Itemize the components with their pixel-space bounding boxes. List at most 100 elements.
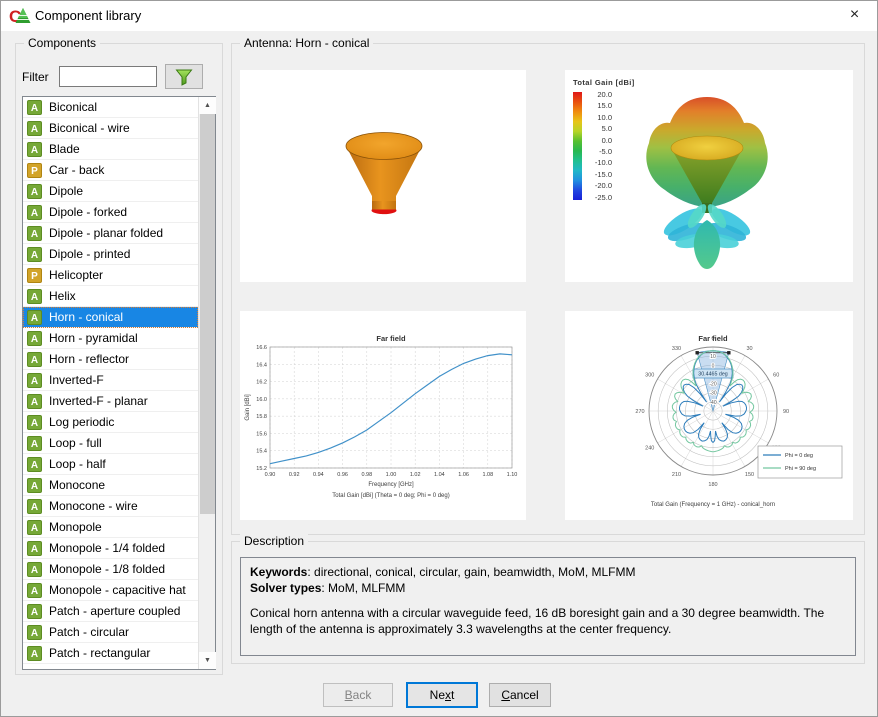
antenna-icon: A <box>27 583 42 598</box>
list-item-label: Monopole - 1/4 folded <box>49 541 165 555</box>
cancel-button[interactable]: Cancel <box>489 683 551 707</box>
next-button[interactable]: Next <box>406 682 478 708</box>
antenna-icon: A <box>27 394 42 409</box>
antenna-icon: A <box>27 415 42 430</box>
chart-text: 90 <box>783 409 789 415</box>
scroll-up-icon[interactable]: ▲ <box>199 97 216 114</box>
scrollbar-thumb[interactable] <box>200 114 215 514</box>
list-item[interactable]: A Patch - rectangular <box>23 643 198 664</box>
list-item[interactable]: P Car - back <box>23 160 198 181</box>
chart-text: 300 <box>645 373 654 379</box>
list-item[interactable]: A Monocone <box>23 475 198 496</box>
list-item[interactable]: A Dipole - forked <box>23 202 198 223</box>
legend-box <box>758 446 842 478</box>
chart-text: 180 <box>708 482 717 488</box>
colorbar-title: Total Gain [dBi] <box>573 78 635 87</box>
antenna-icon: A <box>27 646 42 661</box>
list-item[interactable]: A Monopole - 1/8 folded <box>23 559 198 580</box>
chart-text: 270 <box>635 409 644 415</box>
list-item-label: Patch - rectangular <box>49 646 150 660</box>
antenna-icon: A <box>27 289 42 304</box>
antenna-icon: A <box>27 100 42 115</box>
list-item-label: Monopole - 1/8 folded <box>49 562 165 576</box>
chart-text: Total Gain [dBi] (Theta = 0 deg; Phi = 0… <box>332 493 449 499</box>
chart-text: 1.10 <box>507 472 518 478</box>
list-item[interactable]: A Biconical - wire <box>23 118 198 139</box>
antenna-icon: A <box>27 373 42 388</box>
list-item-label: Patch - circular <box>49 625 129 639</box>
list-item-label: Log periodic <box>49 415 114 429</box>
farfield-line-chart: Far field0.900.920.940.960.981.001.021.0… <box>240 311 526 520</box>
back-button[interactable]: Back <box>323 683 393 707</box>
chart-text: 1.06 <box>458 472 469 478</box>
chart-text: Frequency [GHz] <box>368 482 414 488</box>
list-item-label: Monopole <box>49 520 102 534</box>
list-item[interactable]: A Monocone - wire <box>23 496 198 517</box>
list-item-label: Horn - reflector <box>49 352 129 366</box>
list-item[interactable]: A Inverted-F - planar <box>23 391 198 412</box>
filter-label: Filter <box>22 70 49 84</box>
colorbar-gradient <box>573 92 582 200</box>
list-item[interactable]: A Inverted-F <box>23 370 198 391</box>
list-item-label: Monopole - capacitive hat <box>49 583 186 597</box>
chart-text: 30 <box>746 346 752 352</box>
preview-horn-model <box>240 70 526 282</box>
app-icon: C <box>9 6 31 26</box>
antenna-preview-group: Antenna: Horn - conical <box>231 43 865 535</box>
list-item-label: Monocone <box>49 478 105 492</box>
antenna-icon: A <box>27 604 42 619</box>
chart-text: 0.92 <box>289 472 300 478</box>
chart-text: 1.02 <box>410 472 421 478</box>
list-item[interactable]: A Patch - circular <box>23 622 198 643</box>
colorbar-tick: 5.0 <box>586 123 612 134</box>
filter-input[interactable] <box>59 66 157 87</box>
colorbar: Total Gain [dBi] 20.015.010.05.00.0-5.0-… <box>573 78 635 203</box>
list-item[interactable]: A Monopole - capacitive hat <box>23 580 198 601</box>
list-item[interactable]: A Patch - aperture coupled <box>23 601 198 622</box>
list-item[interactable]: A Helix <box>23 286 198 307</box>
list-item[interactable]: A Blade <box>23 139 198 160</box>
list-item[interactable]: A Loop - full <box>23 433 198 454</box>
scroll-down-icon[interactable]: ▼ <box>199 652 216 669</box>
chart-text: 210 <box>672 472 681 478</box>
chart-text: 16.0 <box>256 397 267 403</box>
list-item[interactable]: A Monopole <box>23 517 198 538</box>
list-item[interactable]: A Horn - conical <box>23 307 198 328</box>
filter-button[interactable] <box>165 64 203 89</box>
list-item[interactable]: A Log periodic <box>23 412 198 433</box>
list-item-label: Biconical - wire <box>49 121 130 135</box>
chart-text: 0 <box>711 336 714 342</box>
close-icon[interactable]: × <box>832 1 877 31</box>
list-item[interactable]: A Dipole - planar folded <box>23 223 198 244</box>
list-scrollbar[interactable]: ▲ ▼ <box>198 97 215 669</box>
list-item[interactable]: A Horn - reflector <box>23 349 198 370</box>
list-item[interactable]: A Loop - half <box>23 454 198 475</box>
chart-text: 1.04 <box>434 472 445 478</box>
list-item[interactable]: A Monopole - 1/4 folded <box>23 538 198 559</box>
chart-text: Far field <box>376 334 406 343</box>
chart-text: 1.08 <box>482 472 493 478</box>
chart-text: -40 <box>709 400 716 406</box>
list-item[interactable]: A Dipole - printed <box>23 244 198 265</box>
list-item[interactable]: A Horn - pyramidal <box>23 328 198 349</box>
list-item-label: Loop - full <box>49 436 102 450</box>
components-group-title: Components <box>24 36 100 50</box>
chart-text: 16.2 <box>256 380 267 386</box>
list-item-label: Dipole - printed <box>49 247 130 261</box>
preview-gain-3d: Total Gain [dBi] 20.015.010.05.00.0-5.0-… <box>565 70 853 282</box>
list-item[interactable]: P Helicopter <box>23 265 198 286</box>
components-group: Components Filter A Biconical A Biconica… <box>15 43 223 675</box>
antenna-icon: A <box>27 121 42 136</box>
list-item[interactable]: A Biconical <box>23 97 198 118</box>
description-group: Description Keywords: directional, conic… <box>231 541 865 664</box>
list-item[interactable]: A Dipole <box>23 181 198 202</box>
chart-text: 15.4 <box>256 449 267 455</box>
list-item-label: Patch - aperture coupled <box>49 604 180 618</box>
antenna-icon: A <box>27 478 42 493</box>
colorbar-tick: 0.0 <box>586 135 612 146</box>
colorbar-tick: -10.0 <box>586 157 612 168</box>
list-item-label: Helicopter <box>49 268 103 282</box>
colorbar-tick: -15.0 <box>586 169 612 180</box>
horn-3d-image <box>240 70 526 282</box>
antenna-icon: A <box>27 184 42 199</box>
